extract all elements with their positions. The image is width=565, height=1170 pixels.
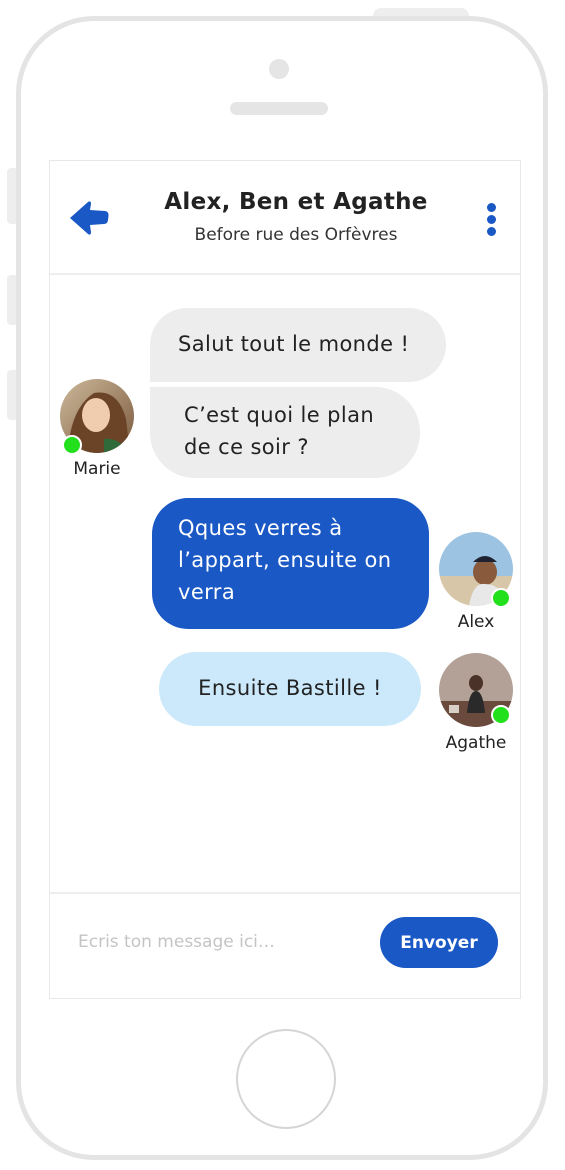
earpiece-speaker [230, 102, 328, 115]
online-status-dot [62, 435, 82, 455]
chat-title: Alex, Ben et Agathe [164, 189, 428, 215]
menu-dot [487, 203, 496, 212]
participant-name: Agathe [445, 733, 507, 753]
message-bubble-received: C’est quoi le plan de ce soir ? [150, 387, 420, 478]
participant-name: Alex [457, 612, 495, 632]
message-composer: Envoyer [50, 892, 520, 998]
participant-name: Marie [73, 459, 121, 479]
message-bubble-received: Salut tout le monde ! [150, 308, 446, 382]
chat-subtitle: Before rue des Orfèvres [194, 225, 398, 245]
chat-header: Alex, Ben et Agathe Before rue des Orfèv… [50, 161, 520, 275]
menu-dot [487, 215, 496, 224]
more-options-button[interactable] [482, 201, 502, 237]
message-input[interactable] [70, 922, 366, 962]
message-bubble-sent: Qques verres à l’appart, ensuite on verr… [152, 498, 429, 629]
home-button[interactable] [236, 1029, 336, 1129]
front-camera [269, 59, 289, 79]
online-status-dot [491, 705, 511, 725]
send-button[interactable]: Envoyer [380, 917, 498, 968]
menu-dot [487, 227, 496, 236]
online-status-dot [491, 588, 511, 608]
chat-screen: Alex, Ben et Agathe Before rue des Orfèv… [49, 160, 521, 999]
message-bubble-sent-light: Ensuite Bastille ! [159, 652, 421, 726]
